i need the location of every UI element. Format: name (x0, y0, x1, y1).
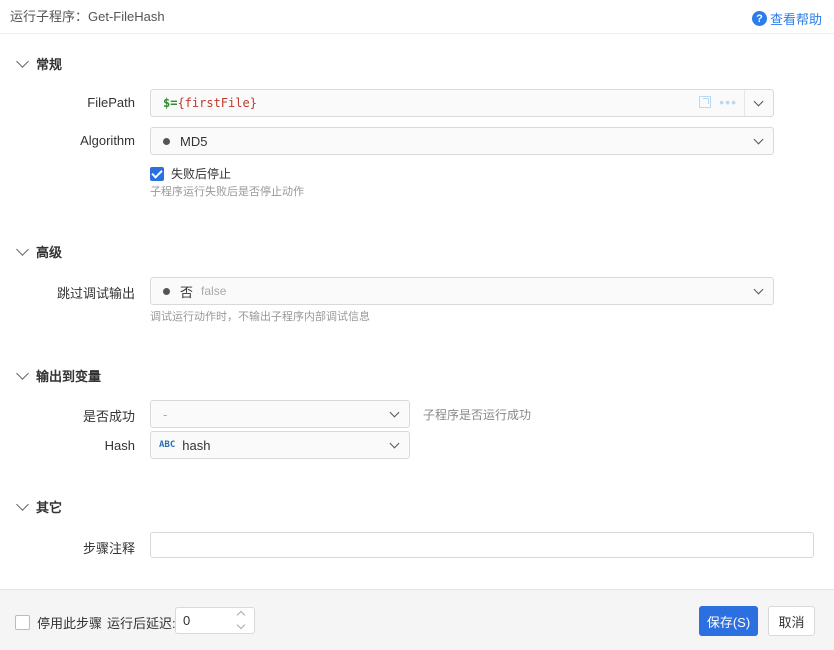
section-advanced-header[interactable]: 高级 (16, 242, 63, 261)
chevron-down-icon[interactable] (753, 96, 764, 107)
disable-step-label: 停用此步骤 (37, 616, 103, 631)
save-button[interactable]: 保存(S) (699, 606, 758, 636)
algorithm-select[interactable]: MD5 (150, 127, 774, 155)
filepath-input[interactable]: $={firstFile} ••• (150, 89, 774, 117)
delay-value: 0 (183, 613, 191, 628)
skip-debug-select[interactable]: 否 false (150, 277, 774, 305)
dialog-title: 运行子程序：Get-FileHash (10, 9, 165, 24)
chevron-down-icon (753, 284, 764, 295)
hash-variable-select[interactable]: ABC hash (150, 431, 410, 459)
chevron-down-icon (389, 438, 400, 449)
dialog-footer: 停用此步骤 运行后延迟: 0 保存(S) 取消 (0, 589, 834, 650)
disable-step-checkbox[interactable] (15, 615, 30, 630)
success-hint: 子程序是否运行成功 (423, 408, 532, 422)
help-link[interactable]: ? 查看帮助 (751, 9, 822, 28)
divider (744, 90, 745, 116)
skip-debug-hint: 调试运行动作时，不输出子程序内部调试信息 (150, 311, 370, 323)
stop-on-fail-checkbox[interactable] (150, 166, 164, 181)
open-external-icon[interactable] (699, 96, 712, 108)
help-label: 查看帮助 (769, 12, 822, 27)
disable-step-row[interactable]: 停用此步骤 (15, 613, 102, 632)
hash-variable-value: hash (182, 437, 211, 453)
chevron-down-icon (753, 134, 764, 145)
delay-stepper[interactable]: 0 (175, 607, 255, 634)
skip-debug-value: 否 (180, 284, 194, 300)
chevron-down-icon (16, 242, 29, 256)
cancel-button[interactable]: 取消 (768, 606, 815, 636)
filepath-expression: $={firstFile} (163, 96, 257, 110)
section-other-header[interactable]: 其它 (16, 497, 63, 516)
chevron-up-icon[interactable] (236, 610, 246, 620)
section-advanced-title: 高级 (36, 245, 63, 260)
section-general-header[interactable]: 常规 (16, 54, 63, 73)
chevron-down-icon (389, 407, 400, 418)
chevron-down-icon (16, 366, 29, 380)
filepath-label: FilePath (87, 95, 135, 110)
filepath-tools: ••• (699, 95, 737, 109)
stop-on-fail-checkbox-row[interactable]: 失败后停止 (150, 165, 231, 182)
section-output-title: 输出到变量 (36, 369, 102, 384)
algorithm-label: Algorithm (80, 133, 135, 148)
hash-label: Hash (104, 438, 135, 453)
chevron-down-icon[interactable] (236, 620, 246, 630)
expression-variable: {firstFile} (177, 96, 257, 110)
more-icon[interactable]: ••• (719, 95, 737, 109)
section-general-title: 常规 (36, 57, 63, 72)
success-variable-value: - (163, 406, 168, 422)
skip-debug-value-sub: false (201, 284, 227, 298)
delay-label: 运行后延迟: (107, 616, 176, 631)
chevron-down-icon (16, 54, 29, 68)
stepper-arrows[interactable] (236, 610, 246, 630)
section-output-header[interactable]: 输出到变量 (16, 366, 102, 385)
stop-on-fail-hint: 子程序运行失败后是否停止动作 (150, 186, 304, 198)
section-other-title: 其它 (36, 500, 63, 515)
text-type-icon: ABC (159, 440, 176, 450)
algorithm-value: MD5 (180, 133, 208, 149)
success-variable-select[interactable]: - (150, 400, 410, 428)
expression-prefix: $= (163, 96, 178, 110)
success-label: 是否成功 (82, 409, 135, 424)
step-note-label: 步骤注释 (82, 541, 135, 556)
dialog-title-bar: 运行子程序：Get-FileHash ? 查看帮助 (0, 0, 834, 34)
bullet-icon (163, 287, 170, 295)
stop-on-fail-label: 失败后停止 (171, 167, 232, 181)
step-note-input[interactable] (150, 532, 814, 558)
bullet-icon (163, 137, 170, 145)
chevron-down-icon (16, 497, 29, 511)
question-icon: ? (751, 11, 767, 26)
skip-debug-label: 跳过调试输出 (56, 286, 135, 301)
